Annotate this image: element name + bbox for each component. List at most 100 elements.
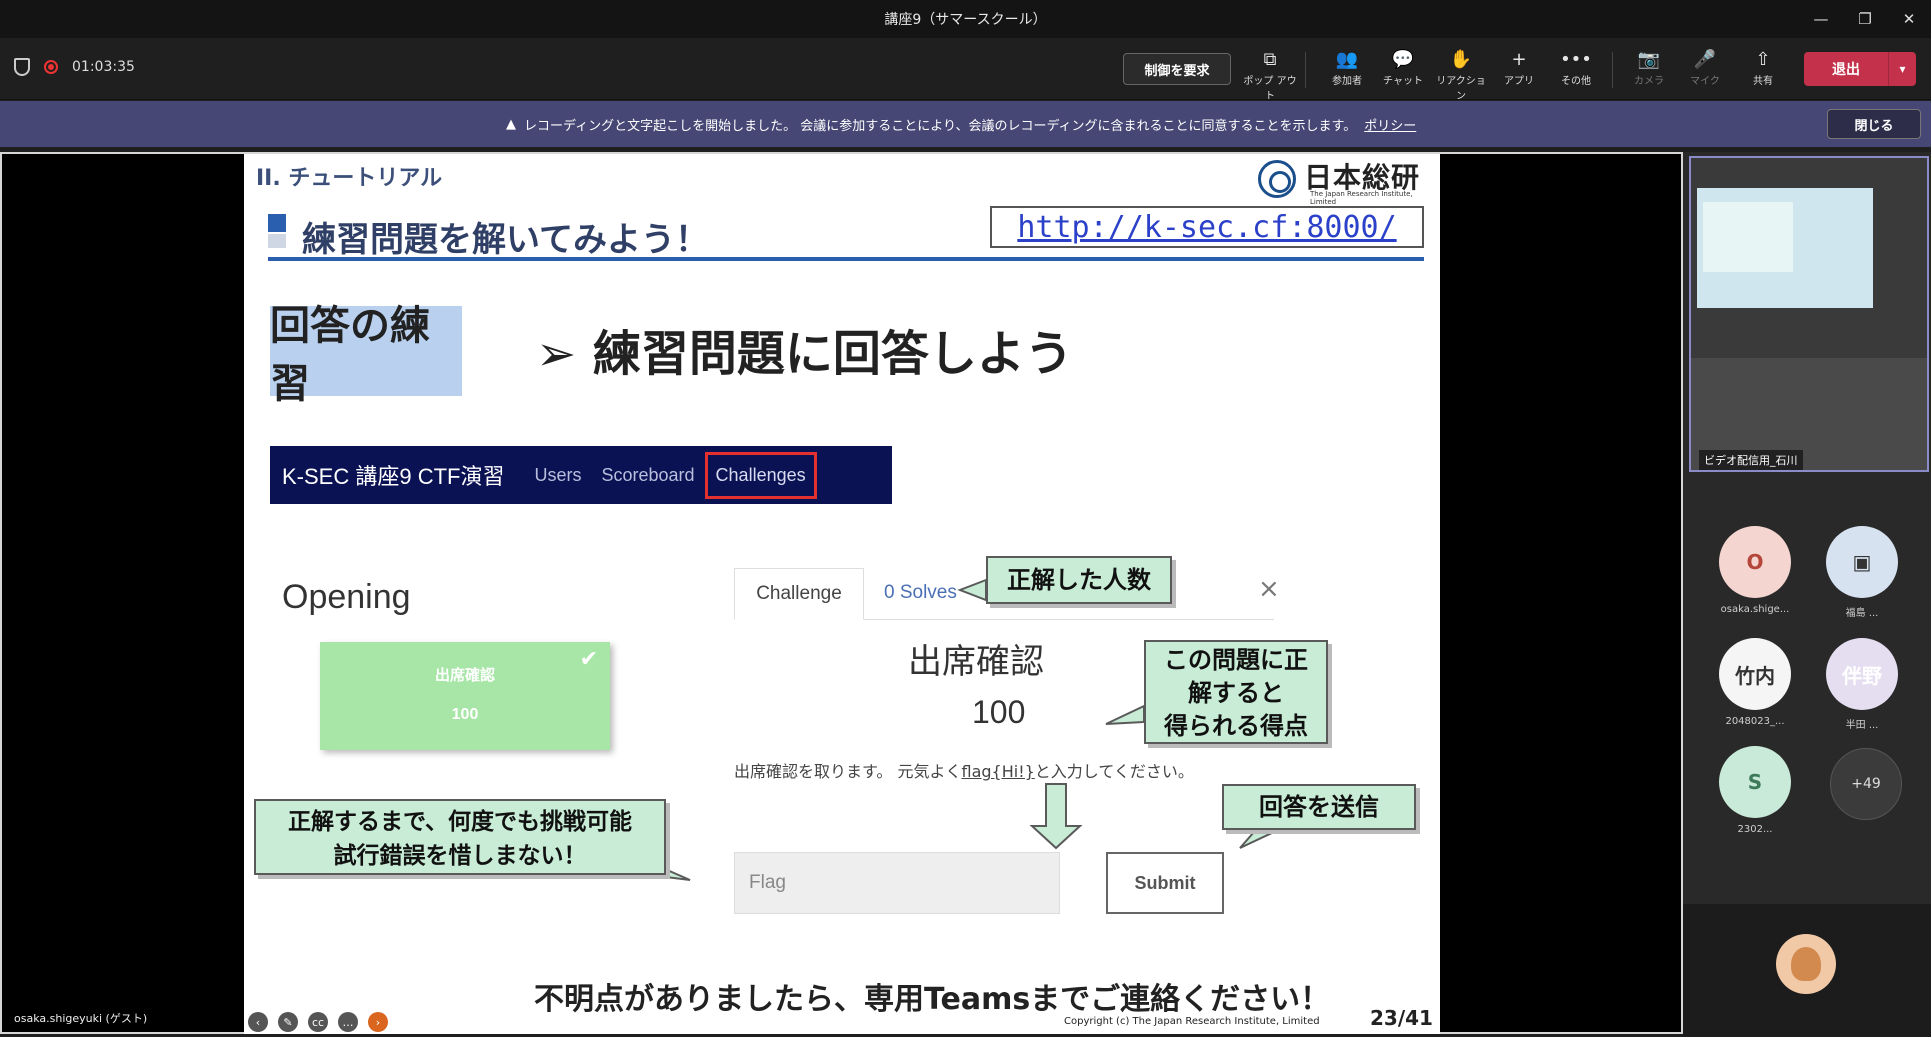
apps-button[interactable]: + アプリ <box>1490 48 1548 87</box>
toolbar-divider <box>1612 52 1613 88</box>
avatar[interactable]: S <box>1719 746 1791 818</box>
share-icon: ⇧ <box>1755 49 1771 70</box>
meeting-timer: 01:03:35 <box>72 59 135 75</box>
video-tile-label: ビデオ配信用_石川 <box>1699 450 1803 470</box>
slide-subtitle: ➢ 練習問題に回答しよう <box>536 326 1073 382</box>
challenge-card-points: 100 <box>451 706 479 723</box>
slide-footer: 不明点がありましたら、専用Teamsまでご連絡ください！ <box>534 982 1331 1017</box>
topic-tag: 回答の練習 <box>270 303 462 407</box>
company-logo: 日本総研 The Japan Research Institute, Limit… <box>1258 156 1438 206</box>
copyright: Copyright (c) The Japan Research Institu… <box>1064 1016 1320 1027</box>
challenge-description: 出席確認を取ります。 元気よくflag{Hi!}と入力してください。 <box>734 762 1194 781</box>
avatar[interactable]: 伴野 <box>1826 638 1898 710</box>
section-label: II. チュートリアル <box>256 166 443 191</box>
notice-message: レコーディングと文字起こしを開始しました。 会議に参加することにより、会議のレコ… <box>524 119 1357 134</box>
ctf-nav-scoreboard: Scoreboard <box>601 464 695 485</box>
challenge-points: 100 <box>972 694 1026 730</box>
reaction-button[interactable]: ✋ リアクション <box>1432 48 1490 102</box>
popout-button[interactable]: ⧉ ポップ アウト <box>1241 48 1299 102</box>
warning-icon: ▲ <box>506 117 516 132</box>
pen-icon[interactable]: ✎ <box>278 1012 298 1032</box>
participant-name: 2048023_... <box>1725 716 1785 727</box>
flag-input: Flag <box>734 852 1060 914</box>
more-button[interactable]: ••• その他 <box>1547 48 1605 87</box>
participant-name: osaka.shige... <box>1720 604 1790 615</box>
previous-slide-icon[interactable]: ‹ <box>248 1012 268 1032</box>
callout-solves: 正解した人数 <box>986 556 1172 604</box>
callout-send: 回答を送信 <box>1222 784 1416 830</box>
presentation-slide: II. チュートリアル 日本総研 The Japan Research Inst… <box>244 154 1440 1034</box>
callout-points: この問題に正 解すると 得られる得点 <box>1144 640 1328 744</box>
policy-link[interactable]: ポリシー <box>1364 115 1416 134</box>
shield-icon[interactable] <box>14 58 30 76</box>
challenge-card-name: 出席確認 <box>434 667 495 684</box>
meeting-status: 01:03:35 <box>14 58 135 76</box>
participants-button[interactable]: 👥 参加者 <box>1318 48 1376 87</box>
captions-icon[interactable]: cc <box>308 1012 328 1032</box>
avatar[interactable]: 竹内 <box>1719 638 1791 710</box>
share-button[interactable]: ⇧ 共有 <box>1734 48 1792 87</box>
ctf-brand: K-SEC 講座9 CTF演習 <box>282 464 505 489</box>
minimize-button[interactable]: — <box>1799 0 1843 38</box>
logo-subtext: The Japan Research Institute, Limited <box>1310 190 1413 206</box>
ctf-url-box: http://k-sec.cf:8000/ <box>990 206 1424 248</box>
presenter-name-label: osaka.shigeyuki (ゲスト) <box>8 1008 154 1028</box>
video-tile[interactable]: ビデオ配信用_石川 <box>1689 156 1929 472</box>
chat-icon: 💬 <box>1391 49 1415 70</box>
avatar[interactable]: ▣ <box>1826 526 1898 598</box>
heading-marker <box>268 214 286 232</box>
close-icon: × <box>1258 574 1280 604</box>
avatar[interactable] <box>1776 934 1836 994</box>
participant-name: 半田 ... <box>1845 720 1879 731</box>
leave-button[interactable]: 退出 ▾ <box>1804 52 1916 86</box>
shared-screen-stage: II. チュートリアル 日本総研 The Japan Research Inst… <box>0 152 1683 1034</box>
reaction-icon: ✋ <box>1449 49 1473 70</box>
toolbar-divider <box>1305 52 1306 88</box>
slideshow-tools: ‹ ✎ cc … › <box>248 1012 388 1032</box>
slide-heading: 練習問題を解いてみよう！ <box>302 220 709 260</box>
more-participants-button[interactable]: +49 <box>1830 748 1902 820</box>
video-projection <box>1697 188 1873 308</box>
tab-challenge: Challenge <box>734 568 864 620</box>
window-controls: — ❐ ✕ <box>1799 0 1931 38</box>
mic-off-icon: 🎤 <box>1693 49 1717 70</box>
restore-button[interactable]: ❐ <box>1843 0 1887 38</box>
leave-label: 退出 <box>1832 62 1860 78</box>
tab-solves: 0 Solves <box>884 582 957 603</box>
request-control-button[interactable]: 制御を要求 <box>1123 53 1231 85</box>
participant-name: 福島 ... <box>1845 608 1879 619</box>
window-titlebar: 講座9（サマースクール） — ❐ ✕ <box>0 0 1931 38</box>
participant-name: 2302... <box>1737 824 1773 835</box>
recording-icon <box>44 60 58 74</box>
more-icon: ••• <box>1560 49 1592 70</box>
logo-mark-icon <box>1258 160 1296 198</box>
avatar[interactable]: O <box>1719 526 1791 598</box>
close-window-button[interactable]: ✕ <box>1887 0 1931 38</box>
ctf-navbar: K-SEC 講座9 CTF演習 Users Scoreboard Challen… <box>270 446 892 504</box>
submit-button: Submit <box>1106 852 1224 914</box>
mic-button[interactable]: 🎤 マイク <box>1676 48 1734 87</box>
ctf-nav-challenges: Challenges <box>704 451 817 499</box>
camera-off-icon: 📷 <box>1637 49 1661 70</box>
participants-panel: ビデオ配信用_石川 O osaka.shige... ▣ 福島 ... 竹内 2… <box>1683 152 1931 1037</box>
chat-button[interactable]: 💬 チャット <box>1374 48 1432 87</box>
ctf-url-link[interactable]: http://k-sec.cf:8000/ <box>1017 210 1396 245</box>
people-icon: 👥 <box>1335 49 1359 70</box>
avatar-image-icon: ▣ <box>1852 550 1872 574</box>
heading-rule <box>268 257 1424 261</box>
page-number: 23/41 <box>1370 1006 1433 1030</box>
heading-marker-shadow <box>268 234 286 248</box>
flag-example: flag{Hi!} <box>961 762 1035 781</box>
category-heading: Opening <box>282 578 411 616</box>
popout-icon: ⧉ <box>1263 49 1277 70</box>
more-options-icon[interactable]: … <box>338 1012 358 1032</box>
next-slide-icon[interactable]: › <box>368 1012 388 1032</box>
dismiss-banner-button[interactable]: 閉じる <box>1827 109 1921 139</box>
recording-notice-banner: ▲ レコーディングと文字起こしを開始しました。 会議に参加することにより、会議の… <box>0 101 1931 147</box>
self-view <box>1683 904 1931 1037</box>
window-title: 講座9（サマースクール） <box>884 12 1047 28</box>
camera-button[interactable]: 📷 カメラ <box>1620 48 1678 87</box>
chevron-down-icon[interactable]: ▾ <box>1888 52 1916 86</box>
apps-icon: + <box>1511 49 1527 70</box>
callout-retry: 正解するまで、何度でも挑戦可能 試行錯誤を惜しまない！ <box>254 799 666 875</box>
